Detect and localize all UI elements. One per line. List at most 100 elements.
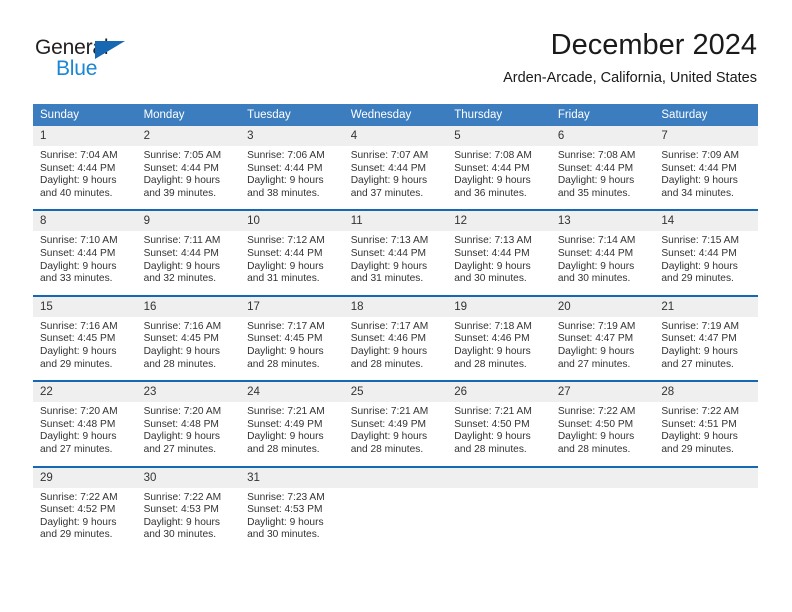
day-number[interactable]: 9 (136, 211, 241, 232)
day-number[interactable]: 15 (33, 296, 137, 317)
daylight-text: and 38 minutes. (247, 187, 320, 199)
day-cell[interactable]: Sunrise: 7:19 AM Sunset: 4:47 PM Daylight:… (654, 316, 758, 381)
daylight-text: and 30 minutes. (143, 529, 217, 541)
day-cell: xxxx (447, 487, 551, 551)
day-number[interactable]: 28 (654, 382, 758, 403)
sunset-text: Sunset: 4:44 PM (661, 162, 737, 174)
day-number[interactable]: 18 (343, 296, 448, 317)
day-number[interactable]: 26 (447, 382, 551, 403)
daylight-text: Daylight: 9 hours (557, 175, 635, 187)
sunset-text: Sunset: 4:50 PM (557, 418, 634, 430)
daylight-text: Daylight: 9 hours (454, 260, 531, 272)
daylight-text: and 28 minutes. (454, 443, 527, 455)
sunset-text: Sunset: 4:44 PM (454, 247, 530, 259)
day-cell[interactable]: Sunrise: 7:07 AM Sunset: 4:44 PM Daylight:… (343, 146, 448, 210)
day-number[interactable]: 3 (240, 126, 344, 146)
daylight-text: and 29 minutes. (661, 273, 734, 285)
day-cell[interactable]: Sunrise: 7:12 AM Sunset: 4:44 PM Daylight:… (240, 231, 344, 295)
day-cell[interactable]: Sunrise: 7:22 AM Sunset: 4:50 PM Daylight:… (550, 402, 655, 466)
daylight-text: Daylight: 9 hours (557, 431, 635, 443)
sunrise-text: Sunrise: 7:22 AM (40, 491, 118, 503)
sunset-text: Sunset: 4:47 PM (557, 333, 634, 345)
day-cell[interactable]: Sunrise: 7:22 AM Sunset: 4:53 PM Daylight:… (136, 487, 241, 551)
daylight-text: and 39 minutes. (143, 187, 217, 199)
day-number[interactable]: 22 (33, 382, 137, 403)
day-cell[interactable]: Sunrise: 7:08 AM Sunset: 4:44 PM Daylight:… (550, 146, 655, 210)
day-cell[interactable]: Sunrise: 7:17 AM Sunset: 4:46 PM Daylight:… (343, 316, 448, 381)
day-cell[interactable]: Sunrise: 7:21 AM Sunset: 4:49 PM Daylight:… (240, 402, 344, 466)
daylight-text: Daylight: 9 hours (454, 431, 531, 443)
sunrise-text: Sunrise: 7:22 AM (557, 406, 636, 418)
day-number[interactable]: 4 (343, 126, 448, 146)
daylight-text: Daylight: 9 hours (247, 260, 324, 272)
day-cell[interactable]: Sunrise: 7:17 AM Sunset: 4:45 PM Daylight:… (240, 316, 344, 381)
day-cell[interactable]: Sunrise: 7:22 AM Sunset: 4:51 PM Daylight:… (654, 402, 758, 466)
day-cell[interactable]: Sunrise: 7:19 AM Sunset: 4:47 PM Daylight:… (550, 316, 655, 381)
daylight-text: Daylight: 9 hours (454, 345, 531, 357)
day-number[interactable]: 13 (550, 211, 655, 232)
day-number[interactable]: 8 (33, 211, 137, 232)
logo-text-blue: Blue (56, 57, 98, 80)
day-number[interactable]: 14 (654, 211, 758, 232)
daylight-text: Daylight: 9 hours (247, 175, 324, 187)
sunrise-text: Sunrise: 7:17 AM (247, 320, 325, 332)
sunset-text: Sunset: 4:44 PM (143, 247, 219, 259)
day-number[interactable]: 7 (654, 126, 758, 146)
day-cell[interactable]: Sunrise: 7:13 AM Sunset: 4:44 PM Daylight:… (343, 231, 448, 295)
day-number[interactable]: 31 (240, 467, 344, 488)
sunset-text: Sunset: 4:46 PM (350, 333, 427, 345)
day-cell[interactable]: Sunrise: 7:16 AM Sunset: 4:45 PM Daylight:… (136, 316, 241, 381)
day-cell[interactable]: Sunrise: 7:05 AM Sunset: 4:44 PM Daylight:… (136, 146, 241, 210)
day-number[interactable]: 12 (447, 211, 551, 232)
sunset-text: Sunset: 4:44 PM (557, 162, 634, 174)
day-cell[interactable]: Sunrise: 7:06 AM Sunset: 4:44 PM Daylight:… (240, 146, 344, 210)
day-number[interactable]: 16 (136, 296, 241, 317)
sunrise-text: Sunrise: 7:08 AM (454, 150, 532, 161)
day-number[interactable]: 24 (240, 382, 344, 403)
day-number[interactable]: 2 (136, 126, 241, 146)
day-number[interactable]: 19 (447, 296, 551, 317)
day-number[interactable]: 10 (240, 211, 344, 232)
day-number[interactable]: 30 (136, 467, 241, 488)
sunset-text: Sunset: 4:45 PM (143, 333, 219, 345)
daylight-text: and 29 minutes. (40, 529, 113, 541)
day-number[interactable]: 20 (550, 296, 655, 317)
day-number[interactable]: 17 (240, 296, 344, 317)
sunrise-text: Sunrise: 7:19 AM (557, 320, 636, 332)
sunset-text: Sunset: 4:48 PM (40, 418, 116, 430)
title-block: December 2024 Arden-Arcade, California, … (503, 28, 757, 88)
day-number[interactable]: 5 (447, 126, 551, 146)
daylight-text: and 28 minutes. (350, 443, 424, 455)
day-number[interactable]: 11 (343, 211, 448, 232)
sunset-text: Sunset: 4:44 PM (247, 162, 323, 174)
day-cell[interactable]: Sunrise: 7:08 AM Sunset: 4:44 PM Daylight:… (447, 146, 551, 210)
day-cell[interactable]: Sunrise: 7:10 AM Sunset: 4:44 PM Daylight:… (33, 231, 137, 295)
day-cell[interactable]: Sunrise: 7:22 AM Sunset: 4:52 PM Daylight:… (33, 487, 137, 551)
day-cell[interactable]: Sunrise: 7:23 AM Sunset: 4:53 PM Daylight:… (240, 487, 344, 551)
day-cell[interactable]: Sunrise: 7:21 AM Sunset: 4:49 PM Daylight:… (343, 402, 448, 466)
day-cell[interactable]: Sunrise: 7:21 AM Sunset: 4:50 PM Daylight:… (447, 402, 551, 466)
daylight-text: Daylight: 9 hours (661, 431, 738, 443)
day-number[interactable]: 1 (33, 126, 137, 146)
day-number[interactable]: 6 (550, 126, 655, 146)
day-cell[interactable]: Sunrise: 7:14 AM Sunset: 4:44 PM Daylight:… (550, 231, 655, 295)
day-cell[interactable]: Sunrise: 7:15 AM Sunset: 4:44 PM Daylight:… (654, 231, 758, 295)
day-number[interactable]: 25 (343, 382, 448, 403)
daylight-text: Daylight: 9 hours (557, 260, 635, 272)
sunrise-text: Sunrise: 7:20 AM (143, 406, 222, 418)
day-cell[interactable]: Sunrise: 7:13 AM Sunset: 4:44 PM Daylight:… (447, 231, 551, 295)
day-cell[interactable]: Sunrise: 7:18 AM Sunset: 4:46 PM Daylight:… (447, 316, 551, 381)
day-info-row: Sunrise: 7:16 AM Sunset: 4:45 PM Daylight:… (33, 316, 758, 381)
sunset-text: Sunset: 4:44 PM (350, 162, 427, 174)
day-number[interactable]: 21 (654, 296, 758, 317)
day-cell[interactable]: Sunrise: 7:16 AM Sunset: 4:45 PM Daylight:… (33, 316, 137, 381)
day-number[interactable]: 29 (33, 467, 137, 488)
day-cell[interactable]: Sunrise: 7:09 AM Sunset: 4:44 PM Daylight:… (654, 146, 758, 210)
page-title: December 2024 (550, 29, 757, 61)
day-cell[interactable]: Sunrise: 7:20 AM Sunset: 4:48 PM Daylight:… (136, 402, 241, 466)
day-cell[interactable]: Sunrise: 7:20 AM Sunset: 4:48 PM Daylight:… (33, 402, 137, 466)
day-number[interactable]: 23 (136, 382, 241, 403)
day-number[interactable]: 27 (550, 382, 655, 403)
day-cell[interactable]: Sunrise: 7:11 AM Sunset: 4:44 PM Daylight:… (136, 231, 241, 295)
day-cell[interactable]: Sunrise: 7:04 AM Sunset: 4:44 PM Daylight:… (33, 146, 137, 210)
